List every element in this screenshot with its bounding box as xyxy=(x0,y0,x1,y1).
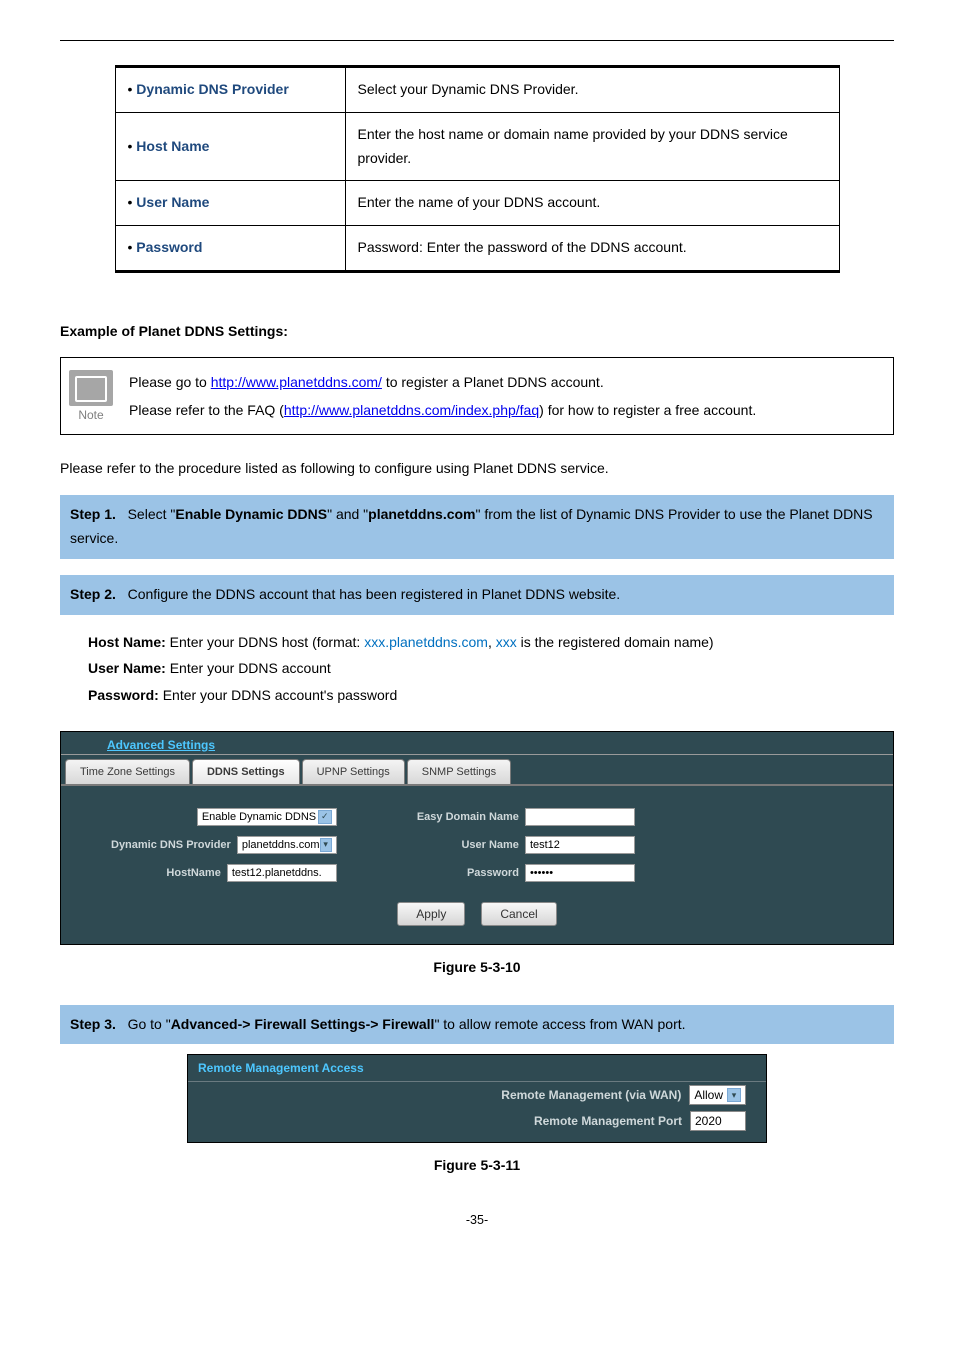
example-heading: Example of Planet DDNS Settings: xyxy=(60,323,894,339)
note-text: Please refer to the FAQ ( xyxy=(129,402,284,418)
remote-wan-value: Allow xyxy=(694,1088,723,1102)
password-label-ui: Password xyxy=(467,867,519,879)
easy-domain-input[interactable] xyxy=(525,808,635,826)
step-2-bar: Step 2. Configure the DDNS account that … xyxy=(60,575,894,615)
password-label: Password: xyxy=(88,687,159,703)
faq-link[interactable]: http://www.planetddns.com/index.php/faq xyxy=(284,402,539,418)
param-label: Host Name xyxy=(136,138,209,154)
hostname-label-ui: HostName xyxy=(166,867,220,879)
provider-value: planetddns.com xyxy=(242,839,320,851)
step-label: Step 2. xyxy=(70,586,116,602)
username-label: User Name: xyxy=(88,660,166,676)
apply-button[interactable]: Apply xyxy=(397,902,465,926)
enable-ddns-checkbox[interactable]: Enable Dynamic DDNS ✓ xyxy=(197,808,337,826)
ui-header: Advanced Settings xyxy=(61,732,893,755)
remote-management-screenshot: Remote Management Access Remote Manageme… xyxy=(187,1054,767,1143)
step-1-bar: Step 1. Select "Enable Dynamic DDNS" and… xyxy=(60,495,894,559)
hostname-text: is the registered domain name) xyxy=(517,634,714,650)
provider-label: Dynamic DNS Provider xyxy=(111,839,231,851)
top-divider xyxy=(60,40,894,41)
easy-domain-label: Easy Domain Name xyxy=(417,811,519,823)
step-2-body: Host Name: Enter your DDNS host (format:… xyxy=(60,625,894,723)
username-label-ui: User Name xyxy=(461,839,518,851)
hostname-input[interactable]: test12.planetddns. xyxy=(227,864,337,882)
checkbox-icon: ✓ xyxy=(318,810,332,824)
hostname-format: xxx xyxy=(496,634,517,650)
note-icon xyxy=(69,370,113,406)
figure-caption-1: Figure 5-3-10 xyxy=(60,959,894,975)
ui-content: Enable Dynamic DDNS ✓ Dynamic DNS Provid… xyxy=(61,784,893,944)
param-label: Dynamic DNS Provider xyxy=(136,81,289,97)
remote-port-value: 2020 xyxy=(695,1114,722,1128)
table-row: • Dynamic DNS Provider Select your Dynam… xyxy=(115,67,839,113)
remote-wan-label: Remote Management (via WAN) xyxy=(501,1088,681,1102)
step-label: Step 1. xyxy=(70,506,116,522)
step-label: Step 3. xyxy=(70,1016,116,1032)
planet-ddns-link[interactable]: http://www.planetddns.com/ xyxy=(211,374,382,390)
intro-text: Please refer to the procedure listed as … xyxy=(60,457,894,479)
remote-port-input[interactable]: 2020 xyxy=(690,1111,746,1131)
hostname-label: Host Name: xyxy=(88,634,166,650)
username-value: test12 xyxy=(530,839,560,851)
enable-ddns-label: Enable Dynamic DDNS xyxy=(202,811,316,823)
tab-snmp[interactable]: SNMP Settings xyxy=(407,759,511,784)
hostname-text: Enter your DDNS host (format: xyxy=(166,634,364,650)
param-desc: Enter the name of your DDNS account. xyxy=(345,181,839,226)
remote-port-label: Remote Management Port xyxy=(534,1114,682,1128)
param-label: User Name xyxy=(136,194,209,210)
table-row: • Host Name Enter the host name or domai… xyxy=(115,112,839,181)
note-text: to register a Planet DDNS account. xyxy=(382,374,604,390)
chevron-down-icon: ▾ xyxy=(727,1088,741,1102)
table-row: • User Name Enter the name of your DDNS … xyxy=(115,181,839,226)
note-body: Please go to http://www.planetddns.com/ … xyxy=(121,358,893,434)
tab-time-zone[interactable]: Time Zone Settings xyxy=(65,759,190,784)
param-desc: Select your Dynamic DNS Provider. xyxy=(345,67,839,113)
provider-select[interactable]: planetddns.com ▾ xyxy=(237,836,337,854)
param-desc: Password: Enter the password of the DDNS… xyxy=(345,226,839,272)
step-strong: Enable Dynamic DDNS xyxy=(175,506,327,522)
note-icon-cell: Note xyxy=(61,358,121,434)
step-text: Go to " xyxy=(128,1016,171,1032)
tab-upnp[interactable]: UPNP Settings xyxy=(302,759,405,784)
username-input[interactable]: test12 xyxy=(525,836,635,854)
ui-tabs: Time Zone Settings DDNS Settings UPNP Se… xyxy=(61,755,893,784)
remote-wan-select[interactable]: Allow ▾ xyxy=(689,1085,746,1105)
note-text: Please go to xyxy=(129,374,211,390)
password-input[interactable]: •••••• xyxy=(525,864,635,882)
note-box: Note Please go to http://www.planetddns.… xyxy=(60,357,894,435)
page-number: -35- xyxy=(60,1213,894,1227)
step-strong: Advanced-> Firewall Settings-> Firewall xyxy=(171,1016,435,1032)
note-label: Note xyxy=(78,408,103,422)
figure-caption-2: Figure 5-3-11 xyxy=(60,1157,894,1173)
chevron-down-icon: ▾ xyxy=(320,838,332,852)
parameter-table: • Dynamic DNS Provider Select your Dynam… xyxy=(115,65,840,273)
password-value: •••••• xyxy=(530,867,553,879)
tab-ddns[interactable]: DDNS Settings xyxy=(192,759,300,784)
param-label: Password xyxy=(136,239,202,255)
param-desc: Enter the host name or domain name provi… xyxy=(345,112,839,181)
ui2-header: Remote Management Access xyxy=(188,1055,766,1082)
hostname-format: xxx.planetddns.com xyxy=(364,634,488,650)
step-text: Select " xyxy=(128,506,176,522)
username-text: Enter your DDNS account xyxy=(166,660,331,676)
table-row: • Password Password: Enter the password … xyxy=(115,226,839,272)
step-strong: planetddns.com xyxy=(368,506,475,522)
ddns-settings-screenshot: Advanced Settings Time Zone Settings DDN… xyxy=(60,731,894,945)
password-text: Enter your DDNS account's password xyxy=(159,687,397,703)
step-text: Configure the DDNS account that has been… xyxy=(128,586,621,602)
note-text: ) for how to register a free account. xyxy=(539,402,756,418)
step-text: " and " xyxy=(327,506,368,522)
hostname-text: , xyxy=(488,634,496,650)
step-3-bar: Step 3. Go to "Advanced-> Firewall Setti… xyxy=(60,1005,894,1045)
cancel-button[interactable]: Cancel xyxy=(481,902,556,926)
step-text: " to allow remote access from WAN port. xyxy=(434,1016,685,1032)
hostname-value: test12.planetddns. xyxy=(232,867,322,879)
